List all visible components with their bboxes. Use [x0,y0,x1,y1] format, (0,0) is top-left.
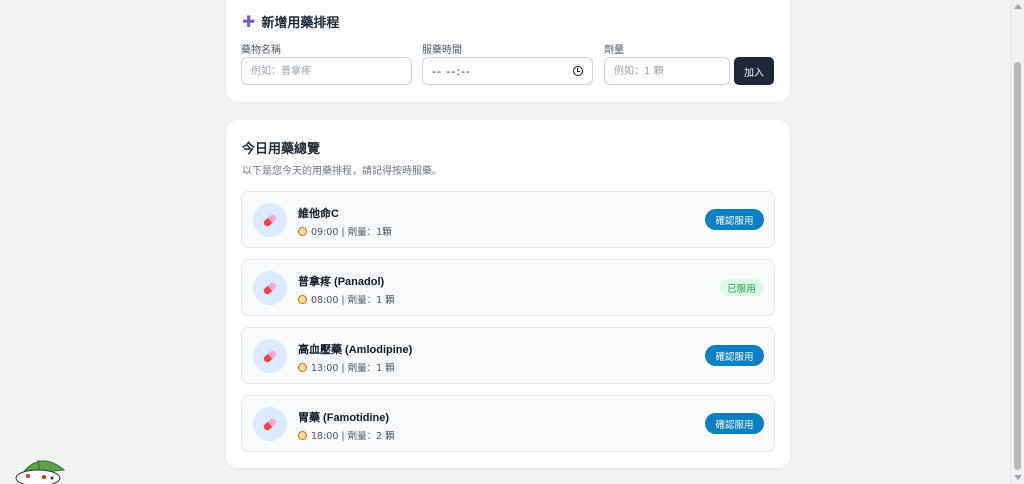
pill-icon-container [253,407,287,441]
scroll-down-icon[interactable] [1014,475,1022,480]
dose-label: 劑量 [604,45,624,56]
today-overview-card: 今日用藥總覽 以下是您今天的用藥排程，請記得按時服藥。 維他命C 09:00 |… [226,120,790,468]
confirm-taken-button[interactable]: 確認服用 [705,413,764,434]
confirm-taken-button[interactable]: 確認服用 [705,345,764,366]
medicine-name-input[interactable] [241,57,412,85]
medicine-name-label: 藥物名稱 [241,45,281,56]
medication-item: 維他命C 09:00 | 劑量：1顆 確認服用 [241,191,775,248]
scrollbar-thumb[interactable] [1014,62,1021,470]
medication-name: 胃藥 (Famotidine) [298,412,390,424]
plus-icon: ✚ [242,11,256,31]
add-button[interactable]: 加入 [734,57,774,85]
medication-schedule: 09:00 | 劑量：1顆 [311,227,392,238]
dose-input[interactable] [604,57,730,85]
pill-icon [262,416,278,432]
pill-icon [262,348,278,364]
medication-meta: 08:00 | 劑量：1 顆 [298,292,395,306]
overview-title: 今日用藥總覽 [242,142,321,157]
scroll-up-icon[interactable] [1014,4,1022,9]
medication-item: 普拿疼 (Panadol) 08:00 | 劑量：1 顆 已服用 [241,259,775,316]
medication-schedule: 18:00 | 劑量：2 顆 [311,431,395,442]
pill-icon [262,212,278,228]
pill-icon-container [253,271,287,305]
medication-meta: 09:00 | 劑量：1顆 [298,224,392,238]
pill-icon-container [253,339,287,373]
time-label: 服藥時間 [422,45,462,56]
overview-subtitle: 以下是您今天的用藥排程，請記得按時服藥。 [242,166,442,177]
add-schedule-title: ✚ 新增用藥排程 [242,12,339,31]
alarm-clock-icon [298,430,307,440]
taken-status-badge: 已服用 [719,279,764,296]
medication-meta: 18:00 | 劑量：2 顆 [298,428,395,442]
confirm-taken-button[interactable]: 確認服用 [705,209,764,230]
alarm-clock-icon [298,362,307,372]
medication-item: 胃藥 (Famotidine) 18:00 | 劑量：2 顆 確認服用 [241,395,775,452]
mascot-image [15,459,66,484]
add-schedule-title-text: 新增用藥排程 [261,16,340,31]
pill-icon [262,280,278,296]
time-input[interactable]: -- --:-- [422,57,593,85]
page-scrollbar[interactable] [1010,0,1024,484]
medication-name: 維他命C [298,208,339,220]
pill-icon-container [253,203,287,237]
clock-icon[interactable] [573,66,583,76]
alarm-clock-icon [298,226,307,236]
medication-name: 普拿疼 (Panadol) [298,276,385,288]
alarm-clock-icon [298,294,307,304]
medication-schedule: 08:00 | 劑量：1 顆 [311,295,395,306]
add-schedule-card: ✚ 新增用藥排程 藥物名稱 服藥時間 -- --:-- 劑量 加入 [226,0,790,102]
medication-schedule: 13:00 | 劑量：1 顆 [311,363,395,374]
medication-name: 高血壓藥 (Amlodipine) [298,344,413,356]
time-input-value: -- --:-- [432,64,472,78]
medication-item: 高血壓藥 (Amlodipine) 13:00 | 劑量：1 顆 確認服用 [241,327,775,384]
medication-meta: 13:00 | 劑量：1 顆 [298,360,395,374]
